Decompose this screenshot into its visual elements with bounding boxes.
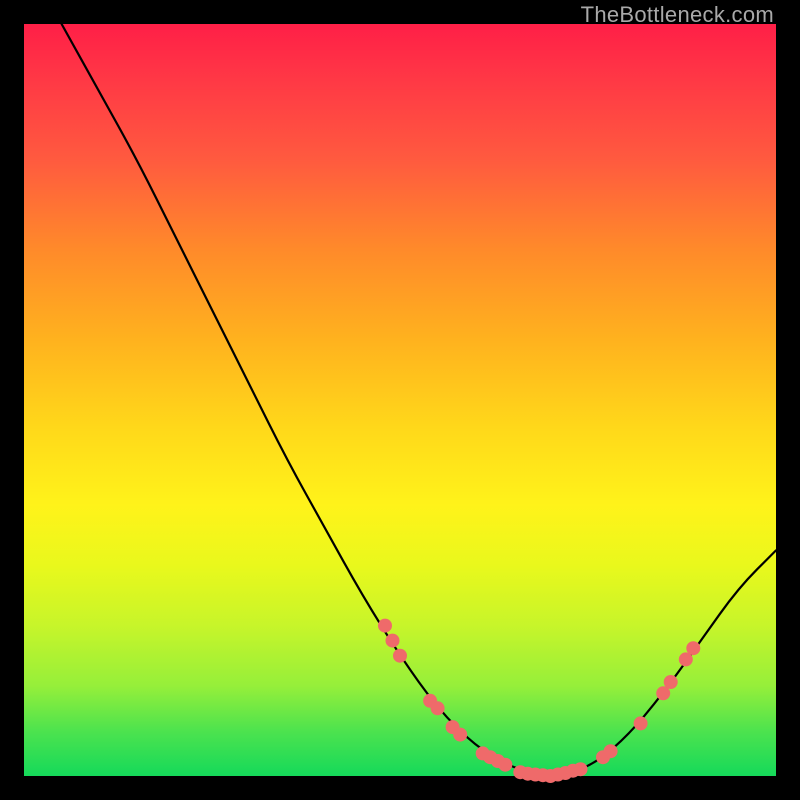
data-marker bbox=[664, 675, 678, 689]
watermark-text: TheBottleneck.com bbox=[581, 2, 774, 28]
data-marker bbox=[574, 762, 588, 776]
data-marker bbox=[431, 701, 445, 715]
marker-group bbox=[378, 619, 700, 783]
data-marker bbox=[453, 728, 467, 742]
data-marker bbox=[604, 744, 618, 758]
data-marker bbox=[634, 716, 648, 730]
chart-frame bbox=[24, 24, 776, 776]
bottleneck-curve-path bbox=[62, 24, 776, 774]
data-marker bbox=[686, 641, 700, 655]
data-marker bbox=[386, 634, 400, 648]
data-marker bbox=[498, 758, 512, 772]
data-marker bbox=[378, 619, 392, 633]
data-marker bbox=[393, 649, 407, 663]
chart-svg bbox=[24, 24, 776, 776]
